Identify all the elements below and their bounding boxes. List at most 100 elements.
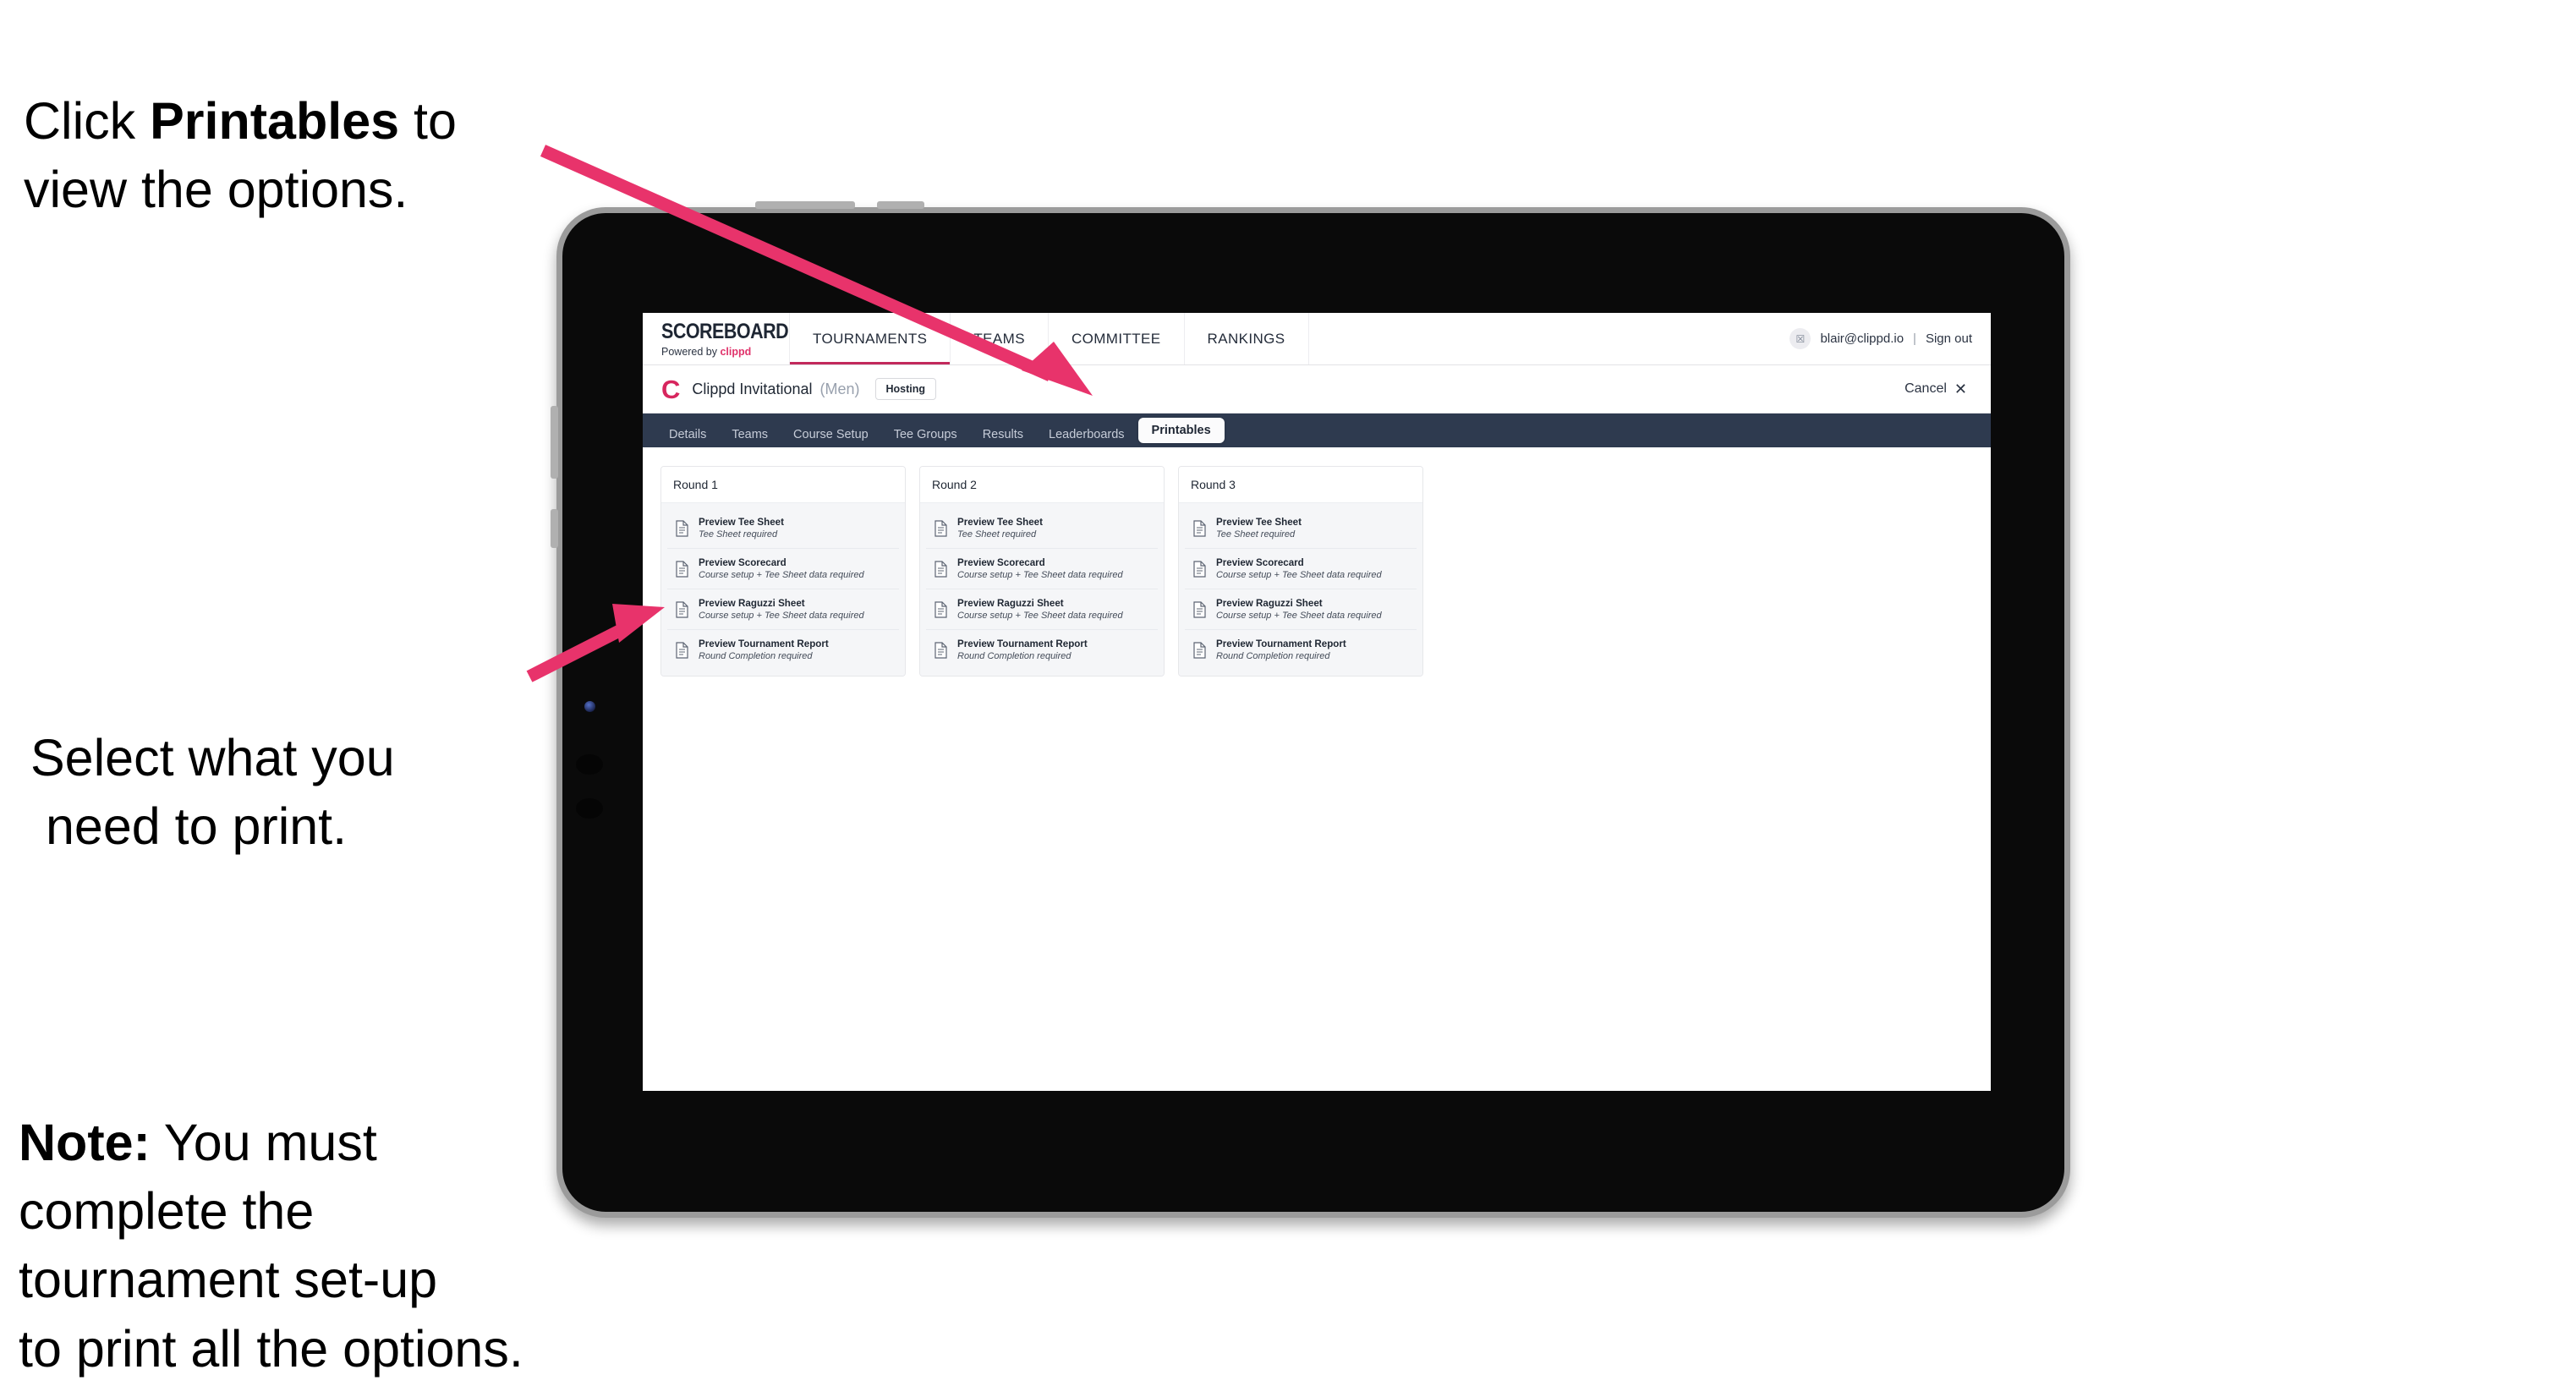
printable-subtitle: Tee Sheet required	[699, 529, 778, 540]
tablet-screen: SCOREBOARD Powered by clippd TOURNAMENTS…	[643, 313, 1991, 1091]
printable-title: Preview Raguzzi Sheet	[957, 598, 1064, 609]
printable-item[interactable]: Preview Raguzzi Sheet Course setup + Tee…	[1185, 589, 1417, 630]
brand-powered-prefix: Powered by	[661, 346, 721, 358]
document-icon	[934, 641, 948, 659]
account-separator: |	[1913, 331, 1916, 346]
close-icon: ✕	[1954, 381, 1967, 397]
round-title: Round 2	[920, 467, 1164, 503]
document-icon	[1192, 641, 1207, 659]
printable-subtitle: Round Completion required	[1216, 651, 1330, 661]
cancel-button[interactable]: Cancel ✕	[1905, 381, 1972, 397]
printable-subtitle: Round Completion required	[957, 651, 1072, 661]
tablet-device-frame: SCOREBOARD Powered by clippd TOURNAMENTS…	[551, 201, 2070, 1218]
printable-subtitle: Tee Sheet required	[957, 529, 1037, 540]
document-icon	[675, 519, 689, 537]
avatar[interactable]: ☒	[1789, 328, 1811, 349]
printables-panel: Round 1 Preview Tee Sheet Tee Sheet requ…	[643, 447, 1991, 1091]
document-icon	[1192, 519, 1207, 537]
printable-subtitle: Course setup + Tee Sheet data required	[699, 611, 864, 621]
document-icon	[1192, 600, 1207, 618]
annotation-select-print: Select what you need to print.	[30, 655, 555, 930]
tournament-gender: (Men)	[819, 380, 860, 397]
round-items: Preview Tee Sheet Tee Sheet required Pre…	[661, 503, 905, 676]
round-items: Preview Tee Sheet Tee Sheet required Pre…	[1179, 503, 1422, 676]
brand-subtitle: Powered by clippd	[661, 346, 789, 358]
printable-title: Preview Tournament Report	[957, 638, 1088, 649]
round-card: Round 3 Preview Tee Sheet Tee Sheet requ…	[1178, 466, 1423, 677]
tab-teams[interactable]: Teams	[720, 421, 780, 447]
annotation-click-prefix: Click	[24, 92, 151, 151]
printable-item[interactable]: Preview Tournament Report Round Completi…	[926, 630, 1158, 670]
printable-item[interactable]: Preview Tournament Report Round Completi…	[667, 630, 899, 670]
round-title: Round 3	[1179, 467, 1422, 503]
annotation-select-line1: Select what you	[30, 729, 395, 787]
annotation-click-printables: Click Printables to view the options.	[24, 19, 582, 224]
document-icon	[675, 600, 689, 618]
printable-title: Preview Tee Sheet	[699, 517, 784, 528]
tab-printables[interactable]: Printables	[1137, 418, 1225, 443]
tab-course-setup[interactable]: Course Setup	[781, 421, 880, 447]
tournament-header: C Clippd Invitational (Men) Hosting Canc…	[643, 365, 1991, 414]
nav-rankings[interactable]: RANKINGS	[1185, 313, 1309, 364]
power-button	[755, 201, 855, 209]
printable-item[interactable]: Preview Tournament Report Round Completi…	[1185, 630, 1417, 670]
printable-subtitle: Course setup + Tee Sheet data required	[1216, 611, 1382, 621]
side-button-lower	[551, 509, 558, 548]
printable-item[interactable]: Preview Raguzzi Sheet Course setup + Tee…	[926, 589, 1158, 630]
printable-item[interactable]: Preview Tee Sheet Tee Sheet required	[667, 508, 899, 549]
tab-tee-groups[interactable]: Tee Groups	[882, 421, 969, 447]
account-area: ☒ blair@clippd.io | Sign out	[1789, 313, 1991, 364]
scoreboard-logo: SCOREBOARD Powered by clippd	[643, 313, 790, 364]
printable-item[interactable]: Preview Scorecard Course setup + Tee She…	[926, 549, 1158, 589]
printable-title: Preview Raguzzi Sheet	[699, 598, 805, 609]
tutorial-slide: Click Printables to view the options. Se…	[0, 0, 2576, 1386]
printable-subtitle: Course setup + Tee Sheet data required	[957, 570, 1123, 580]
printable-title: Preview Scorecard	[699, 557, 787, 568]
volume-button	[877, 201, 924, 209]
nav-tournaments[interactable]: TOURNAMENTS	[790, 313, 951, 364]
rounds-container: Round 1 Preview Tee Sheet Tee Sheet requ…	[660, 466, 1973, 677]
document-icon	[675, 641, 689, 659]
clippd-logo-icon: C	[661, 374, 681, 404]
printable-subtitle: Course setup + Tee Sheet data required	[1216, 570, 1382, 580]
brand-powered-name: clippd	[720, 346, 752, 358]
printable-item[interactable]: Preview Scorecard Course setup + Tee She…	[1185, 549, 1417, 589]
annotation-select-line2: need to print.	[46, 797, 348, 856]
printable-subtitle: Course setup + Tee Sheet data required	[957, 611, 1123, 621]
document-icon	[934, 600, 948, 618]
app-header: SCOREBOARD Powered by clippd TOURNAMENTS…	[643, 313, 1991, 365]
tab-results[interactable]: Results	[971, 421, 1035, 447]
cancel-label: Cancel	[1905, 381, 1947, 396]
speaker-port-lower	[576, 798, 603, 819]
printable-item[interactable]: Preview Raguzzi Sheet Course setup + Tee…	[667, 589, 899, 630]
nav-committee[interactable]: COMMITTEE	[1049, 313, 1185, 364]
annotation-note-label: Note:	[19, 1114, 151, 1172]
document-icon	[675, 560, 689, 578]
brand-title: SCOREBOARD	[661, 320, 789, 343]
annotation-click-bold: Printables	[150, 92, 400, 151]
round-card: Round 1 Preview Tee Sheet Tee Sheet requ…	[660, 466, 906, 677]
printable-title: Preview Tournament Report	[1216, 638, 1346, 649]
front-camera-icon	[584, 701, 595, 712]
printable-item[interactable]: Preview Tee Sheet Tee Sheet required	[1185, 508, 1417, 549]
printable-item[interactable]: Preview Tee Sheet Tee Sheet required	[926, 508, 1158, 549]
primary-navigation: TOURNAMENTS TEAMS COMMITTEE RANKINGS	[790, 313, 1309, 364]
side-button-upper	[551, 406, 558, 479]
printable-title: Preview Scorecard	[957, 557, 1045, 568]
tab-details[interactable]: Details	[657, 421, 718, 447]
document-icon	[934, 560, 948, 578]
printable-subtitle: Course setup + Tee Sheet data required	[699, 570, 864, 580]
printable-subtitle: Tee Sheet required	[1216, 529, 1296, 540]
round-items: Preview Tee Sheet Tee Sheet required Pre…	[920, 503, 1164, 676]
nav-teams[interactable]: TEAMS	[951, 313, 1049, 364]
round-title: Round 1	[661, 467, 905, 503]
document-icon	[934, 519, 948, 537]
printable-item[interactable]: Preview Scorecard Course setup + Tee She…	[667, 549, 899, 589]
printable-title: Preview Raguzzi Sheet	[1216, 598, 1323, 609]
printable-title: Preview Tee Sheet	[957, 517, 1043, 528]
sign-out-link[interactable]: Sign out	[1926, 331, 1972, 346]
document-icon	[1192, 560, 1207, 578]
printable-subtitle: Round Completion required	[699, 651, 813, 661]
tab-leaderboards[interactable]: Leaderboards	[1037, 421, 1137, 447]
status-badge: Hosting	[874, 378, 937, 400]
